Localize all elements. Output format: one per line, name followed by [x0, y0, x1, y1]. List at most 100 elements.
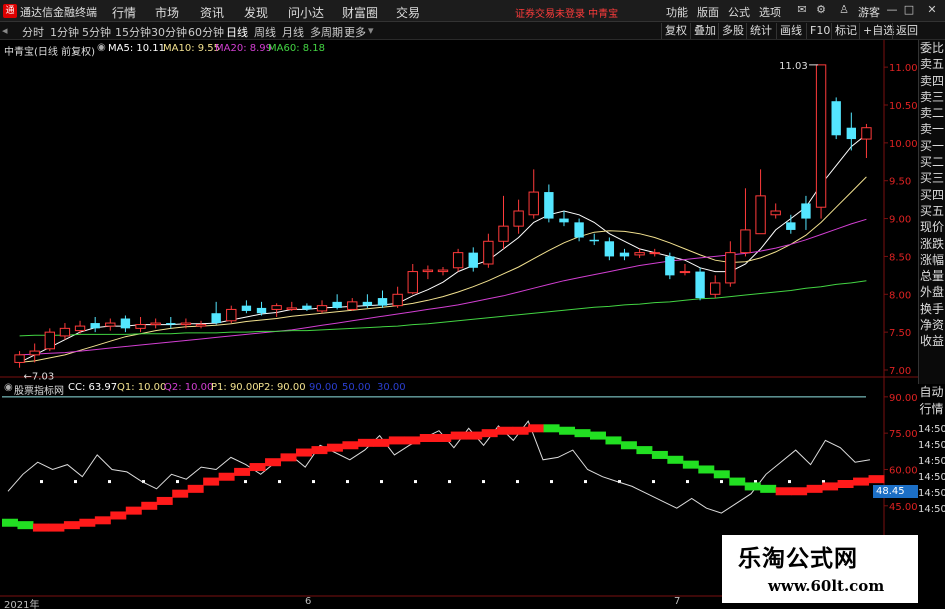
period-intraday[interactable]: 分时	[22, 24, 44, 40]
period-monthly[interactable]: 月线	[282, 24, 304, 40]
sidebar-item-bid2[interactable]: 买二	[919, 154, 945, 170]
period-15min[interactable]: 15分钟	[115, 24, 151, 40]
draw-line-button[interactable]: 画线	[776, 23, 805, 39]
chart-canvas[interactable]: 90.00 75.00 60.00 45.00 11.00 10.50 10.00 9.50…	[0, 40, 918, 609]
settings-icon[interactable]: ⚙	[814, 3, 828, 17]
step-segment	[559, 426, 576, 435]
menu-item-assistant[interactable]: 问小达	[288, 4, 324, 21]
step-segment	[110, 511, 127, 520]
f10-button[interactable]: F10	[806, 23, 833, 39]
minimize-icon[interactable]: —	[885, 3, 899, 17]
menu-item-news[interactable]: 资讯	[200, 4, 224, 21]
sidebar-item-bid3[interactable]: 买三	[919, 170, 945, 186]
multi-stock-button[interactable]: 多股	[718, 23, 747, 39]
level-dot	[108, 480, 111, 484]
step-segment	[512, 426, 529, 435]
menu-item-layout[interactable]: 版面	[697, 4, 719, 20]
period-5min[interactable]: 5分钟	[82, 24, 111, 40]
message-icon[interactable]: ✉	[795, 3, 809, 17]
candle-body	[468, 252, 478, 268]
indicator-settings-icon[interactable]: ◉	[4, 382, 13, 393]
step-segment	[497, 426, 514, 435]
candle-body	[649, 252, 660, 255]
lock-icon[interactable]: ♙	[837, 3, 851, 17]
candle-body	[815, 64, 827, 208]
sidebar-item-ask2[interactable]: 卖二	[919, 105, 945, 121]
sidebar-item-quote[interactable]: 行情	[918, 401, 945, 418]
menu-item-trade[interactable]: 交易	[396, 4, 420, 21]
sidebar-item-bid4[interactable]: 买四	[919, 187, 945, 203]
sidebar-item-auto[interactable]: 自动	[918, 384, 945, 401]
step-segment	[775, 487, 792, 496]
sidebar-item-price[interactable]: 现价	[919, 219, 945, 235]
period-more[interactable]: 更多	[344, 24, 366, 40]
statistics-button[interactable]: 统计	[746, 23, 775, 39]
step-segment	[141, 501, 158, 510]
ma10-label: MA10: 9.55	[163, 43, 221, 54]
sidebar-item-ask5[interactable]: 卖五	[919, 56, 945, 72]
app-logo-icon: 通	[3, 4, 17, 18]
maximize-icon[interactable]: □	[902, 3, 916, 17]
guest-label[interactable]: 游客	[858, 4, 880, 20]
period-30min[interactable]: 30分钟	[151, 24, 187, 40]
period-daily[interactable]: 日线	[226, 24, 248, 40]
restore-rights-button[interactable]: 复权	[661, 23, 690, 39]
mark-button[interactable]: 标记	[831, 23, 860, 39]
watermark-url: www.60lt.com	[768, 577, 885, 595]
indicator-level-50: 50.00	[342, 382, 371, 393]
price-tick-label: 8.50	[889, 252, 911, 263]
period-weekly[interactable]: 周线	[254, 24, 276, 40]
sidebar-item-bid1[interactable]: 买一	[919, 138, 945, 154]
step-segment	[651, 450, 668, 459]
step-segment	[63, 521, 80, 530]
menu-item-formula[interactable]: 公式	[728, 4, 750, 20]
sidebar-item-volume[interactable]: 总量	[919, 268, 945, 284]
step-segment	[94, 516, 111, 525]
sidebar-item-net-assets[interactable]: 净资	[919, 317, 945, 333]
candle-body	[831, 101, 841, 136]
menu-item-market[interactable]: 行情	[112, 4, 136, 21]
candle-body	[195, 324, 207, 327]
menu-item-markets[interactable]: 市场	[155, 4, 179, 21]
sidebar-item-bid5[interactable]: 买五	[919, 203, 945, 219]
menu-item-wealth[interactable]: 财富圈	[342, 4, 378, 21]
sidebar-item-pct-change[interactable]: 涨幅	[919, 252, 945, 268]
menu-item-options[interactable]: 选项	[759, 4, 781, 20]
return-button[interactable]: 返回	[892, 23, 921, 39]
sidebar-item-ask4[interactable]: 卖四	[919, 73, 945, 89]
sidebar-item-earnings[interactable]: 收益	[919, 333, 945, 349]
candle-body	[286, 307, 297, 310]
level-dot	[176, 480, 179, 484]
date-label-june: 6	[305, 596, 312, 607]
level-dot	[788, 480, 791, 484]
candle-body	[332, 301, 342, 308]
menu-item-discover[interactable]: 发现	[244, 4, 268, 21]
watermark: 乐淘公式网 www.60lt.com	[722, 535, 918, 603]
step-segment	[435, 434, 452, 442]
indicator-level-30: 30.00	[377, 382, 406, 393]
more-chevron-icon[interactable]: ▾	[368, 24, 374, 37]
menu-item-function[interactable]: 功能	[666, 4, 688, 20]
indicator-tick-label: 75.00	[889, 429, 918, 440]
sidebar-item-ask3[interactable]: 卖三	[919, 89, 945, 105]
sidebar-item-order-ratio[interactable]: 委比	[919, 40, 945, 56]
watermark-title: 乐淘公式网	[738, 546, 858, 572]
level-dot	[584, 480, 587, 484]
period-60min[interactable]: 60分钟	[188, 24, 224, 40]
chart-settings-icon[interactable]: ◉	[97, 42, 106, 53]
period-1min[interactable]: 1分钟	[50, 24, 79, 40]
close-icon[interactable]: ✕	[925, 3, 939, 17]
candle-body	[695, 271, 705, 299]
level-dot	[380, 480, 383, 484]
back-arrow-icon[interactable]: ◂	[2, 24, 8, 37]
auto-panel: 自动 行情	[918, 384, 945, 424]
sidebar-item-ask1[interactable]: 卖一	[919, 121, 945, 137]
step-segment	[249, 463, 266, 472]
period-multi[interactable]: 多周期	[310, 24, 343, 40]
sidebar-item-change[interactable]: 涨跌	[919, 236, 945, 252]
sidebar-item-turnover[interactable]: 换手	[919, 301, 945, 317]
sidebar-item-outer[interactable]: 外盘	[919, 284, 945, 300]
candle-body	[392, 293, 403, 307]
overlay-button[interactable]: 叠加	[690, 23, 719, 39]
indicator-level-90: 90.00	[309, 382, 338, 393]
